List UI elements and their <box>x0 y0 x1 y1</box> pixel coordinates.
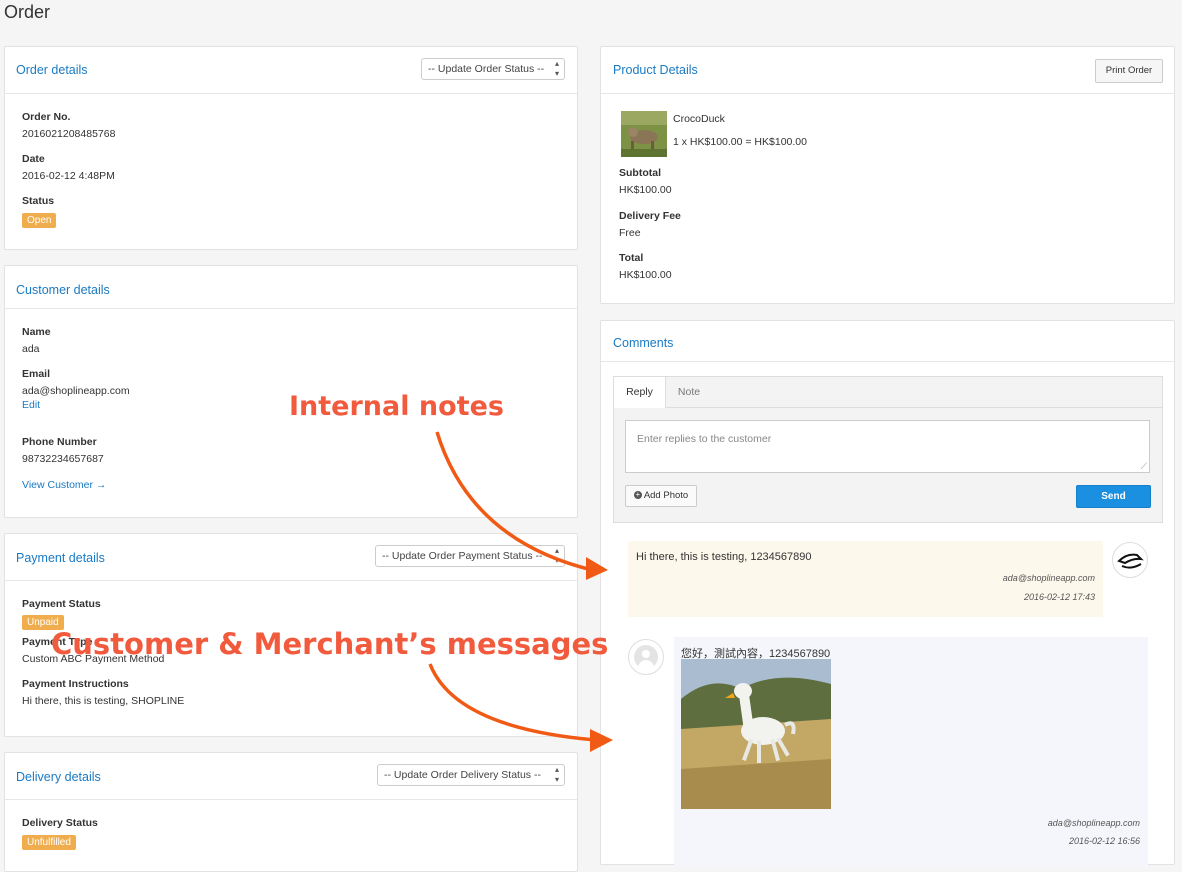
order-status-select[interactable]: -- Update Order Status -- ▴ ▾ <box>421 58 565 80</box>
order-status-badge: Open <box>22 213 57 228</box>
tab-note-label: Note <box>677 386 701 398</box>
delivery-details-panel: Delivery details -- Update Order Deliver… <box>4 752 578 872</box>
email-label: Email <box>22 368 51 380</box>
delivery-status-badge: Unfulfilled <box>22 835 76 850</box>
order-details-title: Order details <box>16 63 88 77</box>
internal-notes-annotation: Internal notes <box>289 391 504 422</box>
status-label: Status <box>22 195 55 207</box>
delivery-details-title: Delivery details <box>16 770 101 784</box>
select-arrows-icon: ▴ ▾ <box>554 546 559 565</box>
page-title: Order <box>4 2 51 22</box>
comments-header: Comments <box>601 321 1174 362</box>
subtotal-label: Subtotal <box>619 167 661 179</box>
payment-details-title: Payment details <box>16 551 105 565</box>
payment-instructions-value: Hi there, this is testing, SHOPLINE <box>22 695 185 707</box>
customer-message: 您好，測試內容，1234567890 ada@shoplineapp.com 2… <box>674 637 1148 867</box>
edit-email-link[interactable]: Edit <box>22 399 130 411</box>
order-details-header: Order details -- Update Order Status -- … <box>5 47 577 94</box>
tab-reply[interactable]: Reply <box>614 377 666 408</box>
delivery-status-label: Delivery Status <box>22 817 98 829</box>
resize-handle-icon: ⟋ <box>1140 461 1147 471</box>
payment-status-label: Payment Status <box>22 598 101 610</box>
delivery-details-header: Delivery details -- Update Order Deliver… <box>5 753 577 800</box>
total-value: HK$100.00 <box>619 269 672 281</box>
reply-box: Reply Note Enter replies to the customer… <box>613 376 1163 523</box>
note-text: Hi there, this is testing, 1234567890 <box>636 551 812 563</box>
customer-details-header: Customer details <box>5 266 577 309</box>
name-label: Name <box>22 326 51 338</box>
crocoduck-photo-image <box>681 659 831 809</box>
product-line-total: 1 x HK$100.00 = HK$100.00 <box>673 136 807 148</box>
view-customer-link[interactable]: View Customer → <box>22 479 130 491</box>
print-order-label: Print Order <box>1105 65 1153 76</box>
tab-reply-label: Reply <box>626 386 653 398</box>
customer-avatar <box>628 639 664 675</box>
product-details-title: Product Details <box>613 63 698 77</box>
message-time: 2016-02-12 16:56 <box>1068 836 1140 846</box>
phone-value: 98732234657687 <box>22 453 104 465</box>
merchant-avatar <box>1112 542 1148 578</box>
order-no-value: 2016021208485768 <box>22 128 116 140</box>
crocoduck-thumbnail-image <box>621 111 667 157</box>
product-thumbnail <box>621 111 667 157</box>
delivery-status-select-label: -- Update Order Delivery Status -- <box>384 769 541 781</box>
order-no-label: Order No. <box>22 111 71 123</box>
note-time: 2016-02-12 17:43 <box>1023 592 1095 602</box>
reply-textarea[interactable]: Enter replies to the customer ⟋ <box>625 420 1150 473</box>
order-details-panel: Order details -- Update Order Status -- … <box>4 46 578 250</box>
payment-status-select[interactable]: -- Update Order Payment Status -- ▴ ▾ <box>375 545 565 567</box>
user-icon <box>634 645 658 669</box>
phone-label: Phone Number <box>22 436 97 448</box>
payment-instructions-label: Payment Instructions <box>22 678 129 690</box>
delivery-fee-label: Delivery Fee <box>619 210 681 222</box>
internal-note-message: Hi there, this is testing, 1234567890 ad… <box>628 541 1103 617</box>
select-arrows-icon: ▴ ▾ <box>554 59 559 78</box>
send-label: Send <box>1101 491 1126 502</box>
product-details-header: Product Details Print Order <box>601 47 1174 94</box>
email-value: ada@shoplineapp.com <box>22 385 130 397</box>
total-label: Total <box>619 252 644 264</box>
shopline-logo-icon <box>1117 553 1144 569</box>
payment-details-header: Payment details -- Update Order Payment … <box>5 534 577 581</box>
add-photo-label: Add Photo <box>643 490 689 501</box>
comments-panel: Comments Reply Note Enter replies to the… <box>600 320 1175 867</box>
name-value: ada <box>22 343 40 355</box>
add-photo-button[interactable]: + Add Photo <box>625 485 697 507</box>
subtotal-value: HK$100.00 <box>619 184 672 196</box>
tab-bar-border <box>713 407 1162 408</box>
payment-status-select-label: -- Update Order Payment Status -- <box>382 550 543 562</box>
delivery-status-select[interactable]: -- Update Order Delivery Status -- ▴ ▾ <box>377 764 565 786</box>
plus-circle-icon: + <box>633 490 642 500</box>
select-arrows-icon: ▴ ▾ <box>554 765 559 784</box>
note-author: ada@shoplineapp.com <box>1002 573 1095 583</box>
order-status-select-label: -- Update Order Status -- <box>428 63 545 75</box>
message-author: ada@shoplineapp.com <box>1047 818 1140 828</box>
date-label: Date <box>22 153 45 165</box>
customer-details-title: Customer details <box>16 283 110 297</box>
product-details-panel: Product Details Print Order CrocoDuck 1 … <box>600 46 1175 304</box>
reply-placeholder: Enter replies to the customer <box>637 433 772 445</box>
messages-annotation: Customer & Merchant’s messages <box>51 627 609 661</box>
date-value: 2016-02-12 4:48PM <box>22 170 115 182</box>
delivery-fee-value: Free <box>619 227 641 239</box>
tab-note[interactable]: Note <box>665 377 713 408</box>
message-photo <box>681 659 831 809</box>
comments-title: Comments <box>613 336 674 350</box>
product-name: CrocoDuck <box>673 113 725 125</box>
print-order-button[interactable]: Print Order <box>1095 59 1163 83</box>
send-button[interactable]: Send <box>1076 485 1151 508</box>
